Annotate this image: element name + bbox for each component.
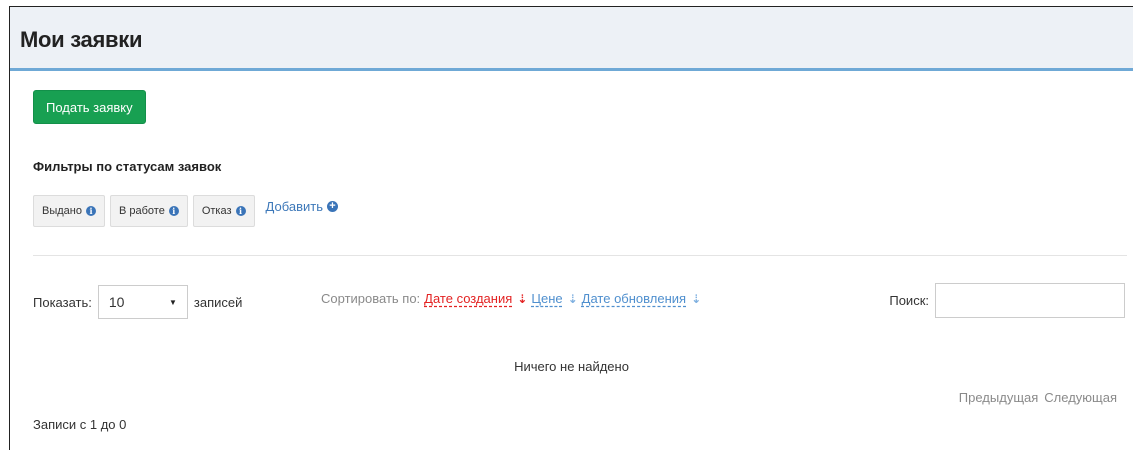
filter-chip-label: В работе (118, 205, 165, 217)
panel-header: Мои заявки (10, 7, 1133, 71)
add-filter-label: Добавить (265, 198, 323, 214)
records-label: записей (193, 294, 243, 310)
info-icon: i (235, 206, 246, 216)
pagination: Предыдущая Следующая (959, 390, 1117, 405)
filter-chip-rejected[interactable]: Отказ i (192, 195, 255, 227)
main-panel: Мои заявки Подать заявку Фильтры по стат… (9, 6, 1133, 450)
page-length-value: 10 (108, 294, 125, 310)
caret-down-icon: ▼ (168, 297, 177, 307)
sort-desc-icon[interactable]: ⇣ (517, 292, 527, 306)
info-icon: i (85, 206, 96, 216)
submit-application-button[interactable]: Подать заявку (33, 90, 146, 124)
add-filter-link[interactable]: Добавить + (266, 199, 338, 214)
status-filters: Выдано i В работе i Отказ i Добавить + (33, 195, 338, 227)
page-length-control: Показать: 10 ▼ записей (33, 285, 242, 319)
search-input[interactable] (935, 283, 1125, 318)
filter-chip-label: Отказ (201, 205, 232, 217)
page-title: Мои заявки (20, 27, 143, 52)
filters-title: Фильтры по статусам заявок (33, 159, 222, 174)
filter-chip-in-progress[interactable]: В работе i (109, 195, 188, 227)
divider (33, 255, 1127, 256)
show-label: Показать: (33, 294, 92, 310)
page-length-select[interactable]: 10 ▼ (97, 285, 188, 319)
search-label: Поиск: (889, 293, 929, 308)
sort-desc-icon[interactable]: ⇣ (568, 292, 578, 306)
table-info: Записи с 1 до 0 (33, 417, 127, 432)
next-page-button[interactable]: Следующая (1044, 390, 1117, 405)
empty-table-message: Ничего не найдено (514, 359, 629, 374)
sort-by-created-link[interactable]: Дате создания (424, 291, 512, 306)
sort-desc-icon[interactable]: ⇣ (691, 292, 701, 306)
filter-chip-issued[interactable]: Выдано i (33, 195, 105, 227)
filter-chip-label: Выдано (42, 205, 82, 217)
info-icon: i (168, 206, 179, 216)
search-control: Поиск: (889, 283, 1125, 318)
plus-circle-icon: + (326, 200, 338, 212)
sort-label: Сортировать по: (321, 291, 421, 306)
sort-by-updated-link[interactable]: Дате обновления (582, 291, 686, 306)
sort-controls: Сортировать по: Дате создания ⇣ Цене ⇣ Д… (321, 291, 701, 306)
previous-page-button[interactable]: Предыдущая (959, 390, 1039, 405)
sort-by-price-link[interactable]: Цене (531, 291, 562, 306)
